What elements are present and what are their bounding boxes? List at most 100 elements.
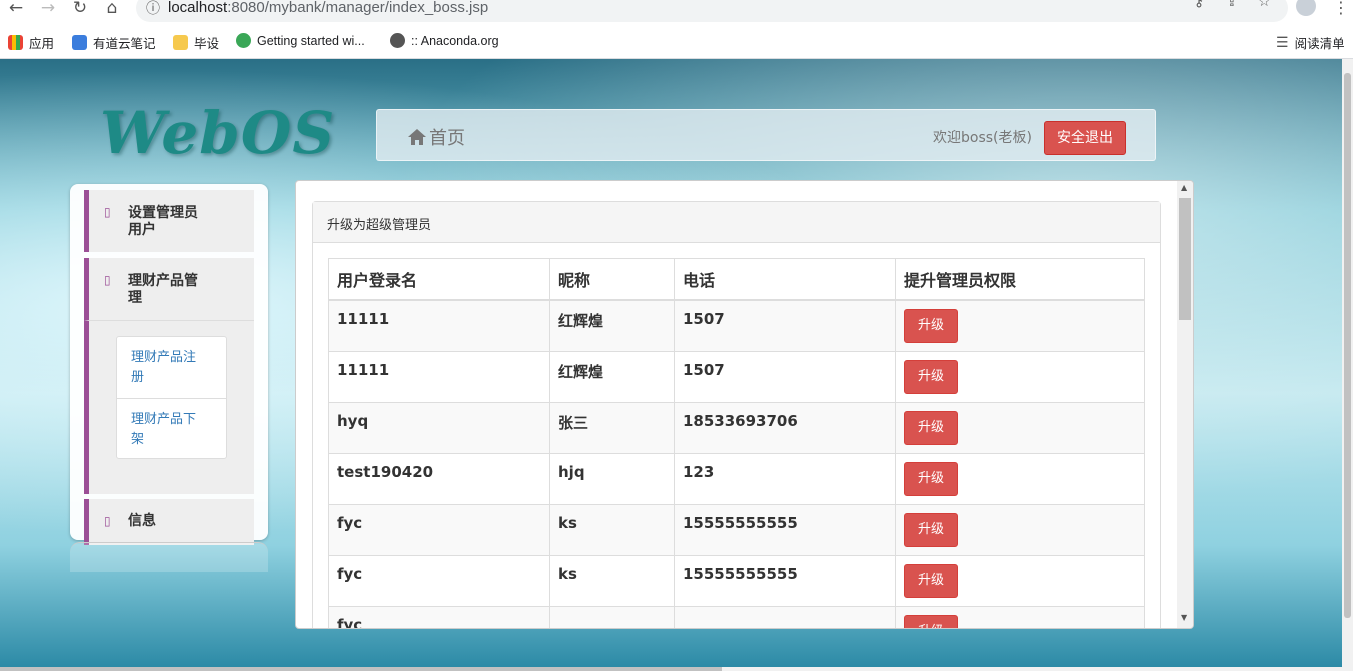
cell-phone: 18533693706 <box>674 402 896 454</box>
submenu-product-remove[interactable]: 理财产品下架 <box>117 398 226 459</box>
table-row: 11111 红辉煌 1507 升级 <box>328 351 1145 403</box>
reload-icon[interactable]: ↻ <box>70 0 90 18</box>
webos-logo: WebOS <box>100 99 336 167</box>
sidebar-item-label: 理财产品管理 <box>128 273 198 306</box>
profile-avatar[interactable] <box>1296 0 1316 16</box>
logout-button[interactable]: 安全退出 <box>1044 121 1126 155</box>
table-row: fyc ks 15555555555 升级 <box>328 555 1145 607</box>
sidebar-item-info[interactable]: ▯ 信息 <box>84 499 254 545</box>
cell-action: 升级 <box>895 299 1145 352</box>
cell-phone: 15555555555 <box>674 504 896 556</box>
scroll-up-arrow-icon[interactable]: ▲ <box>1181 183 1187 192</box>
col-header-nickname: 昵称 <box>549 258 675 301</box>
submenu-label: 册 <box>131 370 145 385</box>
reading-list[interactable]: ☰ 阅读清单 <box>1276 33 1345 52</box>
content-scrollbar[interactable]: ▲ ▼ <box>1177 181 1193 628</box>
cell-action: 升级 <box>895 606 1145 628</box>
cell-phone <box>674 606 896 628</box>
upgrade-button[interactable]: 升级 <box>904 462 958 496</box>
cell-phone: 1507 <box>674 299 896 352</box>
url-host: localhost <box>168 0 228 16</box>
upgrade-button[interactable]: 升级 <box>904 615 958 628</box>
upgrade-button[interactable]: 升级 <box>904 360 958 394</box>
browser-address-bar: ← → ↻ ⌂ ⓘ localhost:8080/mybank/manager/… <box>0 0 1353 22</box>
content-scrollbar-thumb[interactable] <box>1179 198 1191 320</box>
submenu-product-register[interactable]: 理财产品注册 <box>117 337 226 398</box>
sidebar-submenu-panel: 理财产品注册 理财产品下架 <box>84 320 254 494</box>
top-navbar: 首页 欢迎boss(老板) 安全退出 <box>376 109 1156 161</box>
upgrade-button[interactable]: 升级 <box>904 513 958 547</box>
url-text: localhost:8080/mybank/manager/index_boss… <box>168 0 488 16</box>
star-icon[interactable]: ☆ <box>1258 0 1271 10</box>
table-row: test190420 hjq 123 升级 <box>328 453 1145 505</box>
cell-action: 升级 <box>895 351 1145 403</box>
cell-action: 升级 <box>895 555 1145 607</box>
browser-menu-icon[interactable]: ⋮ <box>1333 0 1349 17</box>
table-row: fyc 升级 <box>328 606 1145 628</box>
bookmark-bishe[interactable]: 毕设 <box>173 33 219 52</box>
bookmark-apps[interactable]: 应用 <box>8 33 54 52</box>
home-link[interactable]: 首页 <box>407 124 465 150</box>
page-horizontal-scrollbar[interactable] <box>0 667 1353 671</box>
submenu-list: 理财产品注册 理财产品下架 <box>116 336 227 459</box>
sidebar-item-icon: ▯ <box>104 273 111 287</box>
sidebar-item-admin-users[interactable]: ▯ 设置管理员 用户 <box>84 190 254 252</box>
cell-phone: 1507 <box>674 351 896 403</box>
admin-table: 用户登录名 昵称 电话 提升管理员权限 11111 红辉煌 1507 升级 11111 红… <box>328 258 1145 628</box>
cell-phone: 15555555555 <box>674 555 896 607</box>
cell-nick: ks <box>549 555 675 607</box>
sidebar-item-product-management[interactable]: ▯ 理财产品管理 <box>84 258 254 320</box>
home-icon <box>408 129 426 145</box>
youdao-note-icon <box>72 35 87 50</box>
folder-icon <box>173 35 188 50</box>
bookmark-youdao[interactable]: 有道云笔记 <box>72 33 156 52</box>
upgrade-button[interactable]: 升级 <box>904 564 958 598</box>
cell-nick: ks <box>549 504 675 556</box>
bookmark-getting-started[interactable]: Getting started wi... <box>236 33 365 48</box>
page-background: WebOS 首页 欢迎boss(老板) 安全退出 ▯ 设置管理员 用户 ▯ 理财产… <box>0 59 1342 667</box>
share-icon[interactable]: ⇪ <box>1226 0 1238 10</box>
col-header-action: 提升管理员权限 <box>895 258 1145 301</box>
home-page-icon[interactable]: ⌂ <box>102 0 122 18</box>
cell-nick <box>549 606 675 628</box>
panel-title: 升级为超级管理员 <box>313 202 1160 243</box>
bookmark-label: 有道云笔记 <box>93 37 156 51</box>
table-row: fyc ks 15555555555 升级 <box>328 504 1145 556</box>
page-scrollbar[interactable] <box>1342 59 1353 667</box>
col-header-login: 用户登录名 <box>328 258 550 301</box>
page-horizontal-scrollbar-thumb[interactable] <box>0 667 722 671</box>
globe-icon <box>390 33 405 48</box>
cell-login: 11111 <box>328 299 550 352</box>
back-arrow-icon[interactable]: ← <box>6 0 26 18</box>
cell-login: fyc <box>328 555 550 607</box>
sidebar: ▯ 设置管理员 用户 ▯ 理财产品管理 理财产品注册 理财产品下架 ▯ 信息 <box>70 184 268 545</box>
cell-action: 升级 <box>895 504 1145 556</box>
bookmark-label: 毕设 <box>194 37 220 51</box>
site-info-icon[interactable]: ⓘ <box>146 0 160 18</box>
apps-grid-icon <box>8 35 23 50</box>
upgrade-button[interactable]: 升级 <box>904 411 958 445</box>
android-studio-icon <box>236 33 251 48</box>
table-row: 11111 红辉煌 1507 升级 <box>328 299 1145 352</box>
cell-login: fyc <box>328 504 550 556</box>
upgrade-button[interactable]: 升级 <box>904 309 958 343</box>
cell-phone: 123 <box>674 453 896 505</box>
col-header-phone: 电话 <box>674 258 896 301</box>
sidebar-item-label: 信息 <box>128 513 156 529</box>
welcome-text: 欢迎boss(老板) <box>933 130 1032 146</box>
main-content: 升级为超级管理员 用户登录名 昵称 电话 提升管理员权限 11111 红辉煌 150… <box>295 180 1194 629</box>
sidebar-item-label: 设置管理员 用户 <box>128 205 198 238</box>
cell-nick: hjq <box>549 453 675 505</box>
key-icon[interactable]: ⚷ <box>1194 0 1204 10</box>
scroll-down-arrow-icon[interactable]: ▼ <box>1181 613 1187 622</box>
bookmark-anaconda[interactable]: :: Anaconda.org <box>390 33 499 48</box>
submenu-label: 理财产品注 <box>131 350 197 365</box>
upgrade-panel: 升级为超级管理员 用户登录名 昵称 电话 提升管理员权限 11111 红辉煌 150… <box>312 201 1161 628</box>
submenu-label: 架 <box>131 432 145 447</box>
forward-arrow-icon[interactable]: → <box>38 0 58 18</box>
url-field[interactable]: ⓘ localhost:8080/mybank/manager/index_bo… <box>136 0 1288 22</box>
cell-login: 11111 <box>328 351 550 403</box>
url-path: :8080/mybank/manager/index_boss.jsp <box>227 0 489 16</box>
page-scrollbar-thumb[interactable] <box>1344 73 1351 618</box>
cell-nick: 张三 <box>549 402 675 454</box>
